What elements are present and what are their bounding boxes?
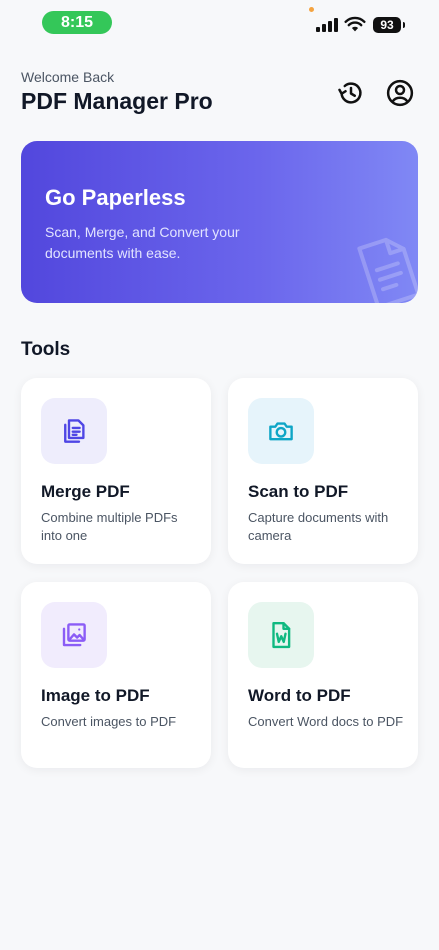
- history-icon: [338, 82, 362, 104]
- app-title: PDF Manager Pro: [21, 88, 213, 114]
- profile-icon: [386, 79, 414, 107]
- battery-indicator: 93: [373, 17, 405, 33]
- status-time: 8:15: [42, 11, 112, 34]
- history-button[interactable]: [336, 78, 366, 108]
- hero-title: Go Paperless: [45, 185, 186, 210]
- status-bar: 8:15 93: [0, 0, 439, 44]
- cellular-signal-icon: [316, 17, 338, 32]
- hero-banner: Go Paperless Scan, Merge, and Convert yo…: [21, 141, 418, 303]
- tool-description: Combine multiple PDFs into one: [41, 510, 178, 543]
- tool-card-scan-to-pdf[interactable]: Scan to PDF Capture documents with camer…: [228, 378, 418, 564]
- word-document-icon: [272, 621, 291, 649]
- tool-card-image-to-pdf[interactable]: Image to PDF Convert images to PDF: [21, 582, 211, 768]
- tool-card-merge-pdf[interactable]: Merge PDF Combine multiple PDFs into one: [21, 378, 211, 564]
- document-watermark-icon: [357, 237, 418, 303]
- tool-description: Convert images to PDF: [41, 714, 177, 729]
- image-stack-icon: [62, 623, 86, 647]
- tool-title: Image to PDF: [41, 686, 150, 705]
- word-icon-tile: [248, 602, 314, 668]
- document-stack-icon: [64, 419, 85, 443]
- hero-subtitle: Scan, Merge, and Convert your documents …: [45, 224, 240, 261]
- profile-button[interactable]: [385, 78, 415, 108]
- image-icon-tile: [41, 602, 107, 668]
- tool-description: Capture documents with camera: [248, 510, 389, 543]
- welcome-text: Welcome Back: [21, 69, 115, 85]
- privacy-indicator-dot: [309, 7, 314, 12]
- camera-icon: [269, 422, 293, 441]
- tool-card-word-to-pdf[interactable]: Word to PDF Convert Word docs to PDF: [228, 582, 418, 768]
- tool-description: Convert Word docs to PDF: [248, 714, 404, 729]
- wifi-icon: [344, 15, 366, 33]
- merge-icon-tile: [41, 398, 107, 464]
- tool-title: Merge PDF: [41, 482, 130, 501]
- tool-title: Word to PDF: [248, 686, 351, 705]
- tools-section-title: Tools: [21, 339, 71, 360]
- scan-icon-tile: [248, 398, 314, 464]
- tool-title: Scan to PDF: [248, 482, 349, 501]
